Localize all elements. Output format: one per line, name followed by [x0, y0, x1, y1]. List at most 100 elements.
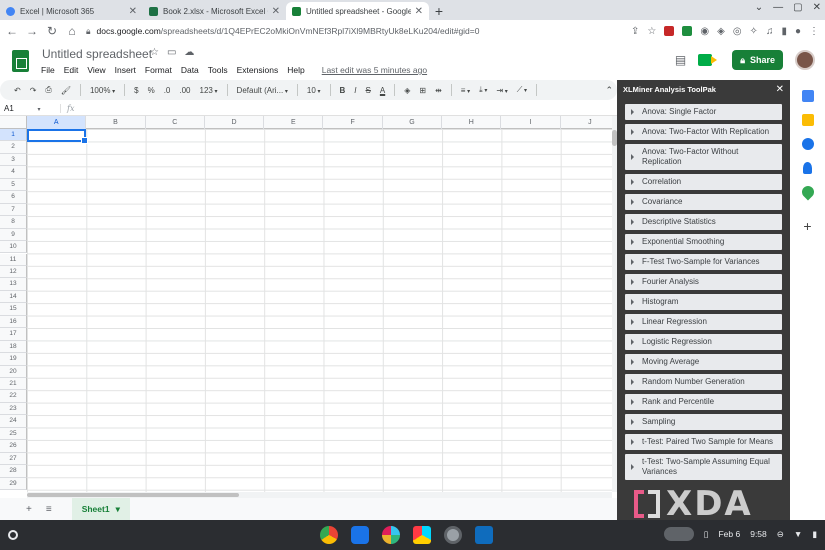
row-header[interactable]: 1: [0, 129, 27, 142]
status-tray[interactable]: ▯ Feb 6 9:58 ⊖ ▼ ▮: [663, 527, 817, 541]
tool-item[interactable]: Anova: Single Factor: [625, 104, 782, 120]
row-header[interactable]: 13: [0, 278, 27, 291]
column-header[interactable]: G: [383, 116, 443, 129]
font-family-select[interactable]: Default (Ari...: [237, 86, 288, 95]
close-tab-icon[interactable]: ✕: [272, 6, 280, 17]
extension-green-icon[interactable]: [682, 26, 693, 36]
tool-item[interactable]: Fourier Analysis: [625, 274, 782, 290]
text-color-button[interactable]: A: [380, 86, 385, 95]
row-header[interactable]: 29: [0, 477, 27, 491]
reload-icon[interactable]: ↻: [46, 24, 58, 38]
vertical-align-icon[interactable]: ⤓: [479, 85, 487, 95]
column-header[interactable]: B: [86, 116, 146, 129]
launcher-icon[interactable]: [8, 530, 18, 540]
google-meet-icon[interactable]: [698, 53, 720, 67]
close-icon[interactable]: ✕: [776, 84, 784, 95]
undo-icon[interactable]: ↶: [14, 86, 21, 95]
maps-icon[interactable]: [799, 183, 816, 201]
keep-icon[interactable]: [801, 114, 814, 126]
menu-edit[interactable]: Edit: [64, 65, 79, 75]
tool-item[interactable]: Logistic Regression: [625, 334, 782, 350]
files-app-icon[interactable]: [351, 526, 369, 544]
share-page-icon[interactable]: ⇪: [631, 26, 639, 37]
borders-icon[interactable]: ⊞: [419, 86, 426, 95]
tool-item[interactable]: Exponential Smoothing: [625, 234, 782, 250]
tool-item[interactable]: Rank and Percentile: [625, 394, 782, 410]
extension-icon[interactable]: ◉: [700, 26, 709, 37]
tool-item[interactable]: Covariance: [625, 194, 782, 210]
phone-hub-icon[interactable]: ▯: [704, 529, 709, 540]
tool-item[interactable]: Linear Regression: [625, 314, 782, 330]
chevron-down-icon[interactable]: ▾: [116, 504, 120, 515]
media-icon[interactable]: ♫: [766, 26, 774, 37]
menu-insert[interactable]: Insert: [115, 65, 136, 75]
extension-icon[interactable]: ◎: [733, 26, 742, 37]
text-wrap-icon[interactable]: ⇥: [496, 86, 507, 95]
menu-extensions[interactable]: Extensions: [237, 65, 279, 75]
column-header[interactable]: A: [27, 116, 87, 129]
menu-data[interactable]: Data: [181, 65, 199, 75]
last-edit-link[interactable]: Last edit was 5 minutes ago: [322, 65, 427, 75]
row-header[interactable]: 6: [0, 191, 27, 204]
select-all-corner[interactable]: [0, 116, 27, 129]
row-header[interactable]: 26: [0, 440, 27, 453]
tool-item[interactable]: F-Test Two-Sample for Variances: [625, 254, 782, 270]
puzzle-extensions-icon[interactable]: ✧: [750, 26, 758, 37]
row-header[interactable]: 2: [0, 141, 27, 154]
zoom-select[interactable]: 100%: [90, 86, 115, 95]
name-box[interactable]: A1: [0, 104, 60, 113]
tasks-icon[interactable]: [801, 138, 814, 150]
forward-icon[interactable]: →: [26, 24, 38, 38]
column-header[interactable]: F: [324, 116, 383, 129]
play-store-app-icon[interactable]: [413, 526, 431, 544]
side-panel-icon[interactable]: ▮: [781, 26, 787, 37]
row-header[interactable]: 20: [0, 365, 27, 378]
row-header[interactable]: 9: [0, 228, 27, 242]
column-header[interactable]: H: [442, 116, 502, 129]
column-header[interactable]: I: [501, 116, 561, 129]
add-addon-icon[interactable]: +: [803, 218, 811, 234]
back-icon[interactable]: ←: [6, 24, 18, 38]
cell-area[interactable]: [27, 129, 612, 492]
row-header[interactable]: 24: [0, 415, 27, 428]
tool-item[interactable]: t-Test: Paired Two Sample for Means: [625, 434, 782, 450]
contacts-icon[interactable]: [803, 162, 812, 174]
row-header[interactable]: 15: [0, 303, 27, 316]
minimize-icon[interactable]: —: [773, 2, 783, 13]
collapse-menus-icon[interactable]: ⌃: [605, 85, 613, 96]
tool-item[interactable]: Descriptive Statistics: [625, 214, 782, 230]
text-rotate-icon[interactable]: ⟋: [517, 85, 527, 95]
percent-format-button[interactable]: %: [148, 86, 155, 95]
settings-app-icon[interactable]: [444, 526, 462, 544]
increase-decimal-button[interactable]: .00: [179, 86, 190, 95]
tote-icon[interactable]: [663, 527, 694, 541]
extension-icon[interactable]: ◈: [717, 26, 725, 37]
cloud-status-icon[interactable]: ☁: [184, 47, 194, 58]
avatar[interactable]: [795, 50, 815, 70]
row-header[interactable]: 10: [0, 241, 27, 254]
menu-help[interactable]: Help: [287, 65, 304, 75]
redo-icon[interactable]: ↷: [30, 86, 37, 95]
column-header[interactable]: E: [264, 116, 324, 129]
merge-cells-icon[interactable]: ⇹: [435, 86, 442, 95]
tool-item[interactable]: Sampling: [625, 414, 782, 430]
row-header[interactable]: 23: [0, 402, 27, 416]
tool-item[interactable]: Correlation: [625, 174, 782, 190]
column-header[interactable]: D: [205, 116, 265, 129]
strikethrough-button[interactable]: S: [366, 86, 371, 95]
fill-color-icon[interactable]: ◈: [404, 86, 410, 95]
maximize-icon[interactable]: ▢: [793, 2, 802, 13]
spreadsheet-grid[interactable]: ABCDEFGHIJ 1 2 3 4 5 6 7 8 9 10 11 12 13 14 15 16 17 18 19…: [0, 116, 612, 492]
row-header[interactable]: 5: [0, 178, 27, 192]
scrollbar-thumb[interactable]: [27, 493, 239, 497]
share-button[interactable]: 🔒︎ Share: [732, 50, 783, 70]
all-sheets-icon[interactable]: ≡: [46, 504, 52, 515]
row-header[interactable]: 16: [0, 315, 27, 329]
url-field[interactable]: 🔒︎ docs.google.com/spreadsheets/d/1Q4EPr…: [86, 26, 623, 37]
menu-tools[interactable]: Tools: [208, 65, 228, 75]
chrome-menu-icon[interactable]: ⋮: [809, 26, 819, 37]
tool-item[interactable]: Histogram: [625, 294, 782, 310]
row-header[interactable]: 4: [0, 166, 27, 179]
browser-tab-excel-online[interactable]: Book 2.xlsx - Microsoft Excel Onl ✕: [143, 2, 286, 20]
profile-icon[interactable]: ●: [795, 26, 801, 37]
